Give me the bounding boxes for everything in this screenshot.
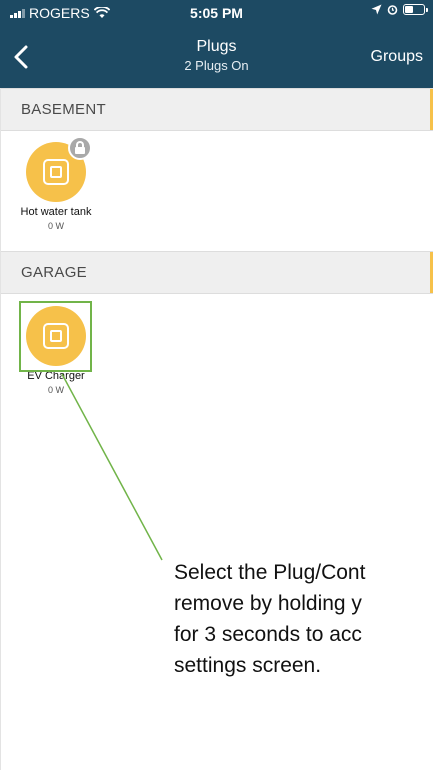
callout-line-4: settings screen. <box>174 654 322 677</box>
callout-line-3: for 3 seconds to acc <box>174 623 362 646</box>
callout-text: Select the Plug/Cont remove by holding y… <box>174 557 433 681</box>
left-divider <box>0 88 1 770</box>
callout-line-1: Select the Plug/Cont <box>174 561 366 584</box>
callout-line-2: remove by holding y <box>174 592 362 615</box>
